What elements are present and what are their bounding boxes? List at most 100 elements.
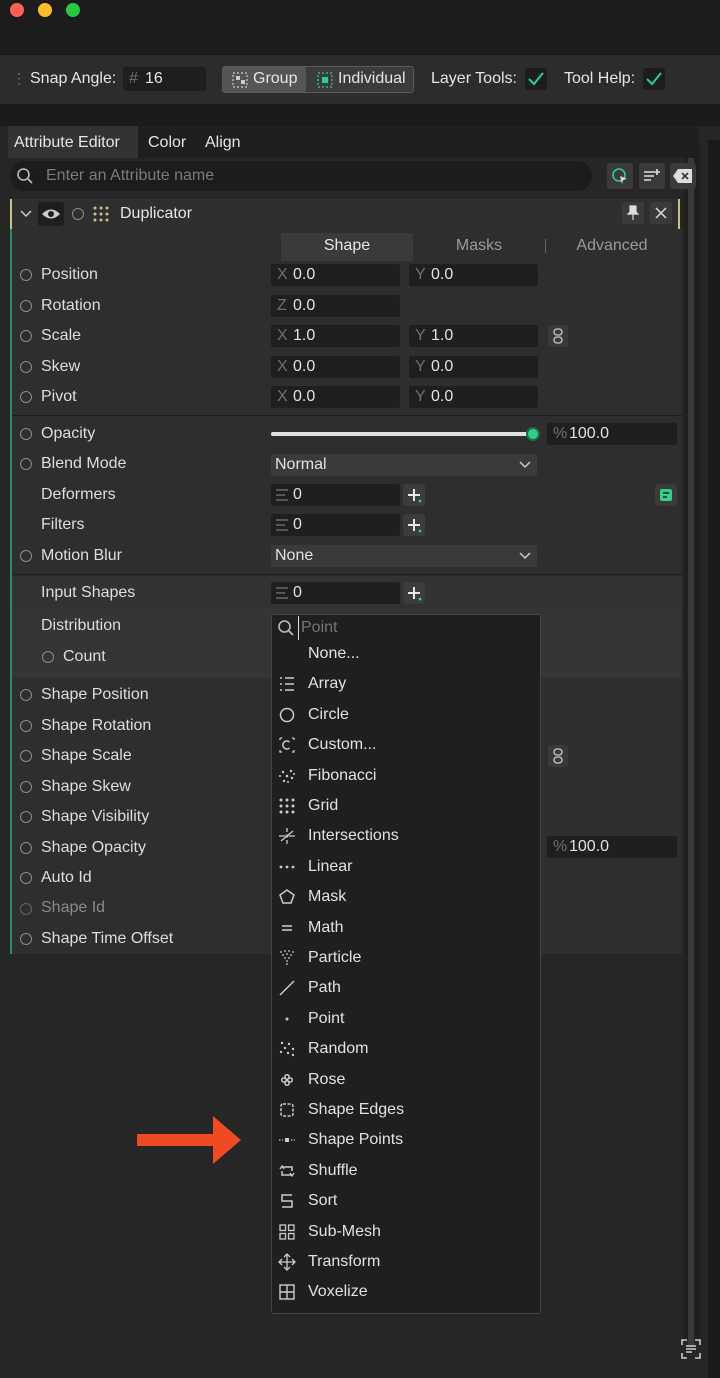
dropdown-item-voxelize[interactable]: Voxelize (272, 1277, 540, 1307)
shape-opacity-keyframe-icon[interactable] (20, 842, 32, 854)
dropdown-item-particle[interactable]: Particle (272, 943, 540, 973)
dropdown-search-input[interactable] (298, 616, 528, 640)
close-node-button[interactable] (650, 202, 672, 224)
input-shapes-list-field[interactable]: 0 (271, 582, 400, 604)
rotation-z-field[interactable]: Z 0.0 (271, 295, 400, 317)
dropdown-item-random[interactable]: Random (272, 1034, 540, 1064)
skew-keyframe-icon[interactable] (20, 361, 32, 373)
snap-angle-input[interactable]: # 16 (123, 67, 206, 91)
dropdown-item-array[interactable]: Array (272, 669, 540, 699)
shape-opacity-value-field[interactable]: % 100.0 (547, 836, 677, 858)
motion-blur-keyframe-icon[interactable] (20, 550, 32, 562)
dropdown-item-none[interactable]: None... (272, 639, 540, 669)
dropdown-item-path[interactable]: Path (272, 973, 540, 1003)
group-button[interactable]: Group (223, 67, 306, 92)
opacity-slider-track[interactable] (271, 427, 540, 441)
pivot-x-field[interactable]: X 0.0 (271, 386, 400, 408)
shape-id-label: Shape Id (41, 899, 106, 916)
dropdown-item-point[interactable]: Point (272, 1004, 540, 1034)
shape-time-offset-keyframe-icon[interactable] (20, 933, 32, 945)
subtab-shape[interactable]: Shape (281, 233, 413, 261)
scrollbar-thumb[interactable] (688, 148, 694, 1348)
dropdown-item-math[interactable]: Math (272, 913, 540, 943)
dropdown-item-intersections[interactable]: Intersections (272, 821, 540, 851)
tab-align[interactable]: Align (199, 126, 247, 158)
voxelize-icon (279, 1284, 295, 1301)
duplicator-node-header[interactable]: Duplicator (10, 199, 680, 229)
position-x-field[interactable]: X 0.0 (271, 264, 400, 286)
snap-angle-label: Snap Angle: (30, 70, 117, 87)
clear-search-button[interactable] (670, 163, 696, 189)
scale-link-button[interactable] (548, 325, 568, 347)
add-filter-button[interactable] (403, 514, 425, 536)
screenshot-text-icon[interactable] (680, 1338, 702, 1360)
tab-color[interactable]: Color (142, 126, 192, 158)
pivot-keyframe-icon[interactable] (20, 391, 32, 403)
skew-x-field[interactable]: X 0.0 (271, 356, 400, 378)
subtab-masks[interactable]: Masks (413, 233, 545, 261)
shape-scale-keyframe-icon[interactable] (20, 750, 32, 762)
add-attribute-list-button[interactable] (639, 163, 665, 189)
dropdown-item-shape-edges[interactable]: Shape Edges (272, 1095, 540, 1125)
opacity-slider-handle[interactable] (526, 427, 540, 441)
keyframe-circle-icon[interactable] (72, 208, 84, 220)
position-y-field[interactable]: Y 0.0 (409, 264, 538, 286)
add-input-shape-button[interactable] (403, 582, 425, 604)
skew-y-field[interactable]: Y 0.0 (409, 356, 538, 378)
panel-scrollbar[interactable] (684, 140, 700, 1348)
chevron-down-icon[interactable] (20, 208, 32, 220)
scale-keyframe-icon[interactable] (20, 330, 32, 342)
visibility-toggle[interactable] (38, 202, 64, 226)
dropdown-item-grid[interactable]: Grid (272, 791, 540, 821)
tool-help-checkbox[interactable] (643, 68, 665, 90)
filters-label: Filters (41, 516, 85, 533)
pin-button[interactable] (622, 202, 644, 224)
dropdown-item-transform[interactable]: Transform (272, 1247, 540, 1277)
attribute-search-input[interactable] (44, 161, 574, 191)
zoom-window-button[interactable] (66, 3, 80, 17)
dropdown-item-mask[interactable]: Mask (272, 882, 540, 912)
pick-attribute-button[interactable] (607, 163, 633, 189)
opacity-keyframe-icon[interactable] (20, 428, 32, 440)
shape-rotation-keyframe-icon[interactable] (20, 720, 32, 732)
motion-blur-select[interactable]: None (271, 545, 537, 567)
subtab-advanced[interactable]: Advanced (546, 233, 678, 261)
dropdown-item-linear[interactable]: Linear (272, 852, 540, 882)
filters-list-field[interactable]: 0 (271, 514, 400, 536)
pivot-y-field[interactable]: Y 0.0 (409, 386, 538, 408)
dropdown-item-circle[interactable]: Circle (272, 700, 540, 730)
layer-tools-checkbox[interactable] (525, 68, 547, 90)
dropdown-item-sub-mesh[interactable]: Sub-Mesh (272, 1217, 540, 1247)
dropdown-item-sort[interactable]: Sort (272, 1186, 540, 1216)
list-add-icon (644, 169, 660, 181)
dropdown-item-fibonacci[interactable]: Fibonacci (272, 761, 540, 791)
rotation-keyframe-icon[interactable] (20, 300, 32, 312)
pivot-label: Pivot (41, 388, 77, 405)
shape-visibility-keyframe-icon[interactable] (20, 811, 32, 823)
individual-button[interactable]: Individual (308, 67, 413, 92)
blend-mode-select[interactable]: Normal (271, 454, 537, 476)
dropdown-item-shape-points[interactable]: Shape Points (272, 1125, 540, 1155)
shape-id-keyframe-icon[interactable] (20, 903, 32, 915)
blend-mode-keyframe-icon[interactable] (20, 458, 32, 470)
minimize-window-button[interactable] (38, 3, 52, 17)
shape-position-keyframe-icon[interactable] (20, 689, 32, 701)
close-window-button[interactable] (10, 3, 24, 17)
position-keyframe-icon[interactable] (20, 269, 32, 281)
count-keyframe-icon[interactable] (42, 651, 54, 663)
tab-attribute-editor[interactable]: Attribute Editor (8, 126, 138, 158)
scale-x-field[interactable]: X 1.0 (271, 325, 400, 347)
dropdown-item-shuffle[interactable]: Shuffle (272, 1156, 540, 1186)
opacity-value-field[interactable]: % 100.0 (547, 423, 677, 445)
search-icon (278, 620, 294, 636)
shape-scale-link-button[interactable] (548, 745, 568, 767)
dropdown-item-custom[interactable]: Custom... (272, 730, 540, 760)
auto-id-keyframe-icon[interactable] (20, 872, 32, 884)
dropdown-item-rose[interactable]: Rose (272, 1065, 540, 1095)
toolbar-grip-icon[interactable]: ⋮ (12, 70, 26, 87)
deformer-stack-button[interactable] (655, 484, 677, 506)
deformers-list-field[interactable]: 0 (271, 484, 400, 506)
shape-skew-keyframe-icon[interactable] (20, 781, 32, 793)
scale-y-field[interactable]: Y 1.0 (409, 325, 538, 347)
add-deformer-button[interactable] (403, 484, 425, 506)
